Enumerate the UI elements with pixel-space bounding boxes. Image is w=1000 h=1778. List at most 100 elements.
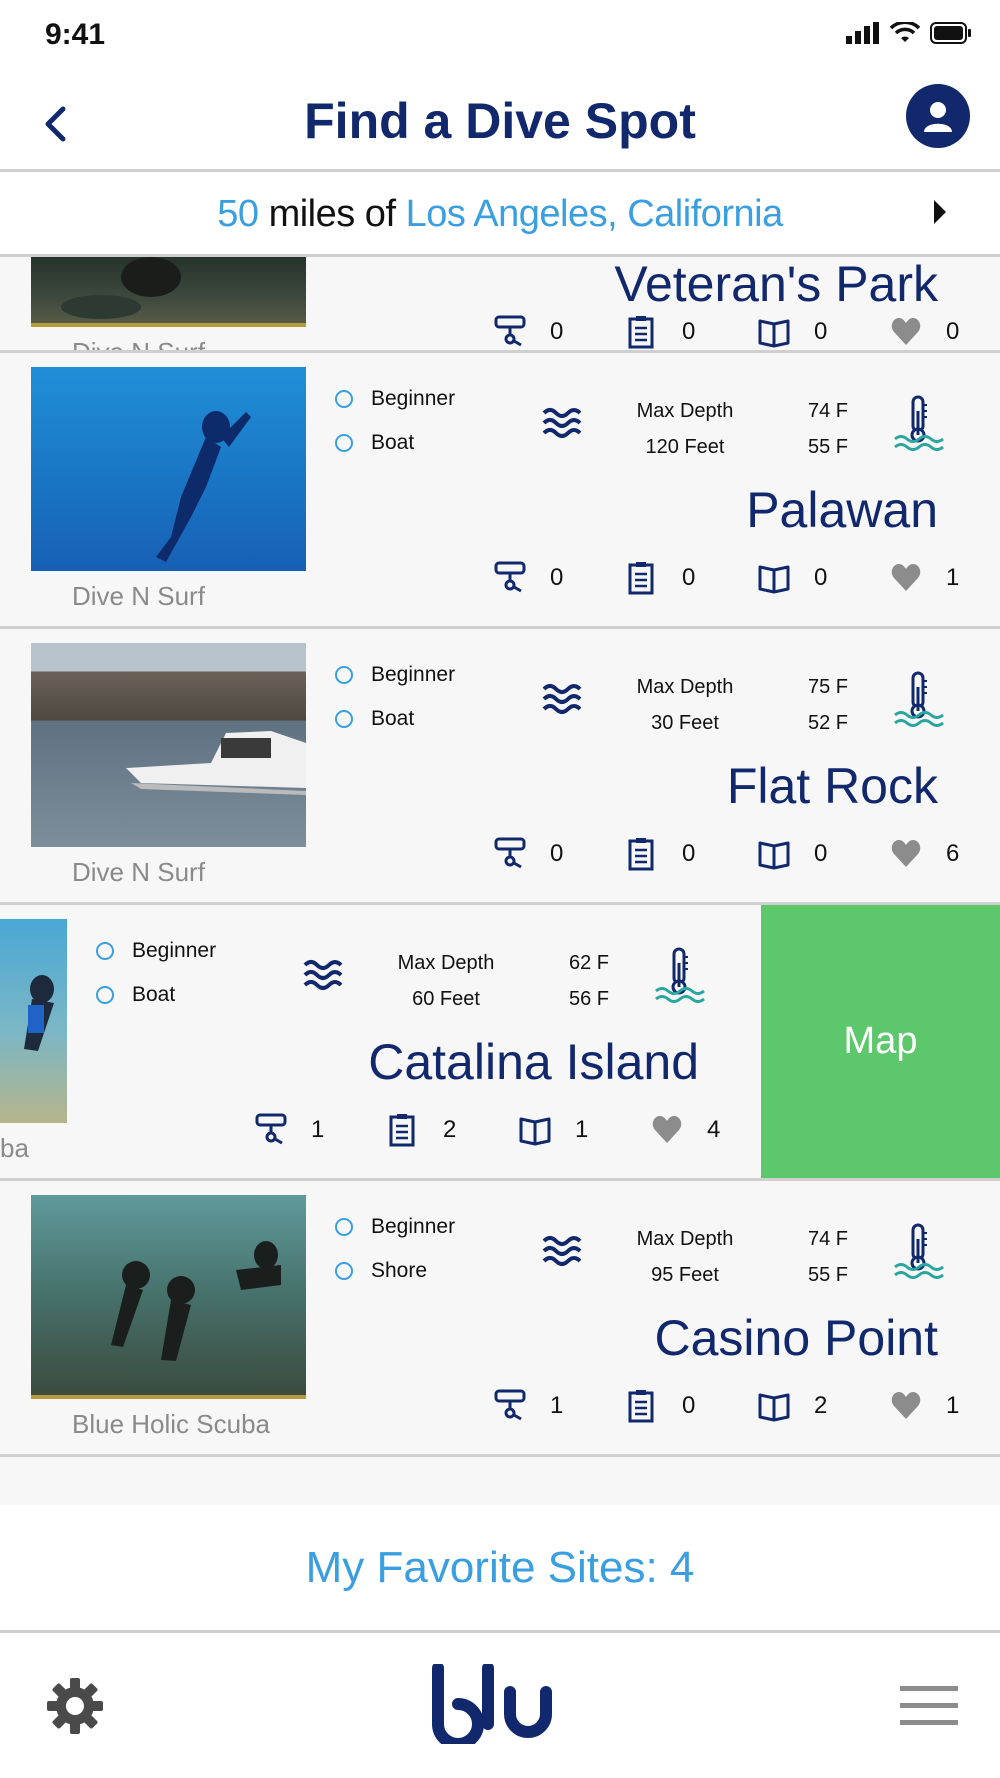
snorkel-icon <box>494 315 526 347</box>
site-name: Palawan <box>746 482 938 538</box>
guide-count: 2 <box>758 1389 890 1423</box>
log-count: 2 <box>387 1113 519 1147</box>
dive-count: 1 <box>255 1113 387 1147</box>
favorite-count[interactable]: 1 <box>890 1389 1000 1423</box>
heart-icon <box>891 564 921 591</box>
log-count: 0 <box>626 1389 758 1423</box>
site-tags: Beginner Boat <box>96 929 216 1017</box>
status-bar: 9:41 <box>0 0 1000 72</box>
dive-site-row-swiped[interactable]: ba Beginner Boat Max Depth 60 Feet 62 F 56… <box>0 905 1000 1181</box>
thermometer-icon <box>893 671 945 727</box>
profile-button[interactable] <box>906 84 970 148</box>
dive-site-list[interactable]: Dive N Surf Veteran's Park 0 0 0 0 Dive … <box>0 257 1000 1505</box>
access-tag: Shore <box>335 1249 455 1293</box>
dive-site-row[interactable]: Blue Holic Scuba Beginner Shore Max Dept… <box>0 1181 1000 1457</box>
gear-icon[interactable] <box>45 1676 105 1736</box>
heart-icon <box>652 1116 682 1143</box>
access-tag: Boat <box>335 421 455 465</box>
battery-icon <box>930 22 971 44</box>
water-temps: 74 F 55 F <box>807 400 849 458</box>
snorkel-icon <box>494 561 526 593</box>
site-photo <box>0 919 67 1123</box>
access-tag: Boat <box>335 697 455 741</box>
location-text: 50 miles of Los Angeles, California <box>217 193 783 236</box>
radio-icon <box>96 986 114 1004</box>
water-temps: 74 F 55 F <box>807 1228 849 1286</box>
max-depth: Max Depth 30 Feet <box>636 676 734 734</box>
dive-shop-name: ba <box>0 1133 29 1163</box>
book-icon <box>758 319 790 348</box>
dive-site-row[interactable]: Dive N Surf Beginner Boat Max Depth 30 Fe… <box>0 629 1000 905</box>
site-stats: 1 0 2 1 <box>494 1389 1000 1423</box>
radio-icon <box>335 710 353 728</box>
dive-site-row-content: Dive N Surf Veteran's Park 0 0 0 0 <box>0 257 1000 350</box>
dive-site-row[interactable]: Dive N Surf Beginner Boat Max Depth 120 F… <box>0 353 1000 629</box>
clipboard-icon <box>389 1113 415 1147</box>
radio-icon <box>335 1262 353 1280</box>
page-title: Find a Dive Spot <box>304 93 696 149</box>
location-filter[interactable]: 50 miles of Los Angeles, California <box>0 175 1000 257</box>
site-tags: Beginner Boat <box>335 653 455 741</box>
location-place: Los Angeles, California <box>405 193 784 235</box>
favorite-count[interactable]: 6 <box>890 837 1000 871</box>
guide-count: 0 <box>758 837 890 871</box>
caret-right-icon <box>934 200 946 224</box>
radio-icon <box>335 390 353 408</box>
favorite-sites-button[interactable]: My Favorite Sites: 4 <box>0 1505 1000 1633</box>
dive-count: 0 <box>494 315 626 349</box>
dive-site-row-content: ba Beginner Boat Max Depth 60 Feet 62 F 56… <box>0 905 761 1178</box>
book-icon <box>758 565 790 594</box>
site-name: Veteran's Park <box>614 257 938 312</box>
log-count: 0 <box>626 837 758 871</box>
site-tags: Beginner Boat <box>335 377 455 465</box>
map-action-button[interactable]: Map <box>761 905 1000 1178</box>
heart-icon <box>891 1392 921 1419</box>
book-icon <box>519 1117 551 1146</box>
waves-icon <box>303 960 343 990</box>
site-name: Casino Point <box>654 1310 939 1366</box>
water-temps: 75 F 52 F <box>807 676 849 734</box>
favorite-count[interactable]: 0 <box>890 315 1000 349</box>
log-count: 0 <box>626 315 758 349</box>
max-depth: Max Depth 60 Feet <box>397 952 495 1010</box>
heart-icon <box>891 840 921 867</box>
site-photo <box>31 1195 306 1399</box>
favorite-count[interactable]: 1 <box>890 561 1000 595</box>
dive-count: 0 <box>494 837 626 871</box>
site-photo <box>31 367 306 571</box>
snorkel-icon <box>494 1389 526 1421</box>
signal-icon <box>846 22 879 44</box>
dive-site-row[interactable]: Dive N Surf Veteran's Park 0 0 0 0 <box>0 257 1000 353</box>
radius-unit: miles of <box>258 193 406 235</box>
guide-count: 0 <box>758 315 890 349</box>
clipboard-icon <box>628 1389 654 1423</box>
radio-icon <box>96 942 114 960</box>
status-icons <box>846 22 972 44</box>
dive-shop-name: Blue Holic Scuba <box>72 1409 270 1439</box>
radio-icon <box>335 434 353 452</box>
waves-icon <box>542 684 582 714</box>
snorkel-icon <box>255 1113 287 1145</box>
site-stats: 0 0 0 6 <box>494 837 1000 871</box>
blu-logo <box>432 1664 552 1744</box>
guide-count: 0 <box>758 561 890 595</box>
thermometer-icon <box>893 395 945 451</box>
hamburger-menu-icon[interactable] <box>900 1684 958 1728</box>
level-tag: Beginner <box>335 653 455 697</box>
bottom-bar <box>0 1636 1000 1778</box>
user-icon <box>924 102 952 132</box>
access-tag: Boat <box>96 973 216 1017</box>
clipboard-icon <box>628 561 654 595</box>
clipboard-icon <box>628 837 654 871</box>
heart-icon <box>891 318 921 345</box>
site-photo <box>31 257 306 327</box>
thermometer-icon <box>893 1223 945 1279</box>
waves-icon <box>542 408 582 438</box>
clipboard-icon <box>628 315 654 349</box>
site-name: Catalina Island <box>368 1034 699 1090</box>
book-icon <box>758 841 790 870</box>
radio-icon <box>335 1218 353 1236</box>
dive-shop-name: Dive N Surf <box>72 857 205 887</box>
radius-value: 50 <box>217 193 259 235</box>
waves-icon <box>542 1236 582 1266</box>
